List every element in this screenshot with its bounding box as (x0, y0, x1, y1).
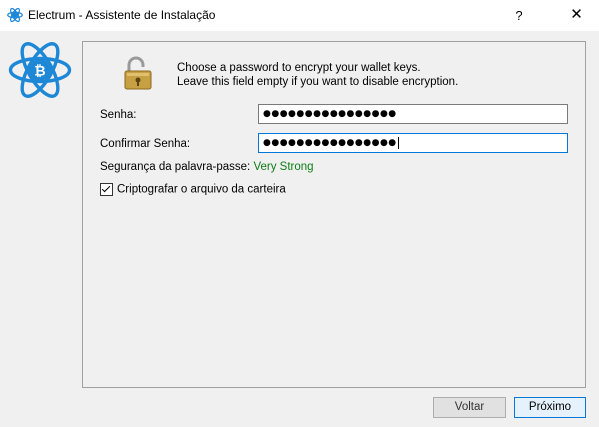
title-bar: Electrum - Assistente de Instalação ? ✕ (0, 0, 599, 31)
instruction-line-2: Leave this field empty if you want to di… (177, 76, 459, 88)
instructions: Choose a password to encrypt your wallet… (177, 61, 458, 89)
electrum-logo: ₿ (8, 42, 72, 98)
wizard-body: ₿ Choose a password to encrypt your wall… (0, 31, 599, 427)
electrum-icon (7, 7, 23, 23)
password-label: Senha: (100, 109, 137, 121)
password-input[interactable]: ●●●●●●●●●●●●●●●● (258, 104, 568, 124)
encrypt-file-checkbox[interactable] (100, 183, 113, 196)
password-strength: Segurança da palavra-passe: Very Strong (100, 161, 314, 173)
password-value: ●●●●●●●●●●●●●●●● (263, 109, 397, 119)
instruction-line-1: Choose a password to encrypt your wallet… (177, 62, 421, 74)
encrypt-file-label: Criptografar o arquivo da carteira (117, 183, 286, 196)
help-button[interactable]: ? (506, 0, 532, 31)
confirm-password-input[interactable]: ●●●●●●●●●●●●●●●● (258, 133, 568, 153)
next-button[interactable]: Próximo (514, 397, 586, 418)
back-button[interactable]: Voltar (433, 397, 506, 418)
encrypt-file-option[interactable]: Criptografar o arquivo da carteira (100, 183, 286, 197)
close-button[interactable]: ✕ (554, 0, 599, 31)
strength-value: Very Strong (253, 161, 314, 173)
svg-text:₿: ₿ (34, 64, 45, 80)
password-panel: Choose a password to encrypt your wallet… (82, 41, 586, 388)
text-caret (397, 137, 399, 149)
strength-label: Segurança da palavra-passe: (100, 161, 251, 173)
lock-icon (124, 56, 152, 90)
confirm-password-label: Confirmar Senha: (100, 138, 191, 150)
window-title: Electrum - Assistente de Instalação (28, 8, 216, 22)
confirm-password-value: ●●●●●●●●●●●●●●●● (263, 138, 397, 148)
